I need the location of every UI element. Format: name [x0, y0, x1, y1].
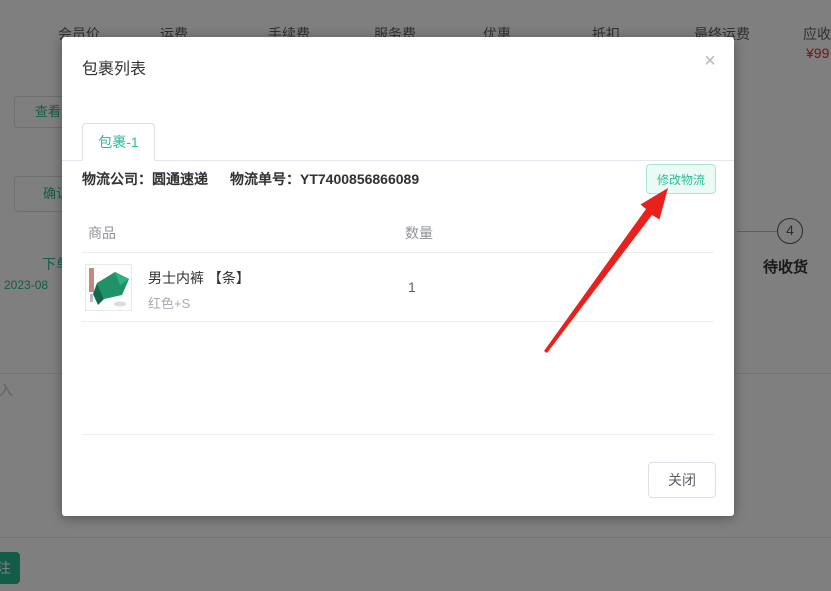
tracking-number-value: YT7400856866089 [300, 171, 419, 187]
product-name: 男士内裤 【条】 [148, 268, 250, 288]
product-thumbnail-graphic [85, 264, 132, 311]
product-quantity: 1 [408, 279, 416, 295]
table-row: 男士内裤 【条】 红色+S 1 [82, 253, 714, 322]
product-image [85, 264, 132, 311]
column-header-quantity: 数量 [405, 223, 433, 243]
close-icon[interactable]: × [698, 49, 722, 73]
dialog-title: 包裹列表 [82, 55, 146, 79]
product-table-header: 商品 数量 [82, 210, 714, 253]
logistics-info: 物流公司：圆通速递 物流单号：YT7400856866089 [82, 164, 716, 194]
logistics-company-value: 圆通速递 [152, 171, 208, 187]
product-table: 商品 数量 男士内裤 【条】 红色+S 1 [82, 210, 714, 435]
tracking-number-label: 物流单号： [230, 171, 300, 187]
tab-package-1[interactable]: 包裹-1 [82, 123, 155, 161]
close-button[interactable]: 关闭 [648, 462, 716, 498]
logistics-company-label: 物流公司： [82, 171, 152, 187]
logistics-row: 物流公司：圆通速递 物流单号：YT7400856866089 修改物流 [82, 164, 716, 194]
package-tabs: 包裹-1 [62, 123, 734, 161]
column-header-product: 商品 [88, 223, 116, 243]
package-list-dialog: 包裹列表 × 包裹-1 物流公司：圆通速递 物流单号：YT740085686608… [62, 37, 734, 516]
table-empty-area [82, 322, 714, 435]
edit-logistics-button[interactable]: 修改物流 [646, 164, 716, 194]
product-spec: 红色+S [148, 293, 190, 312]
